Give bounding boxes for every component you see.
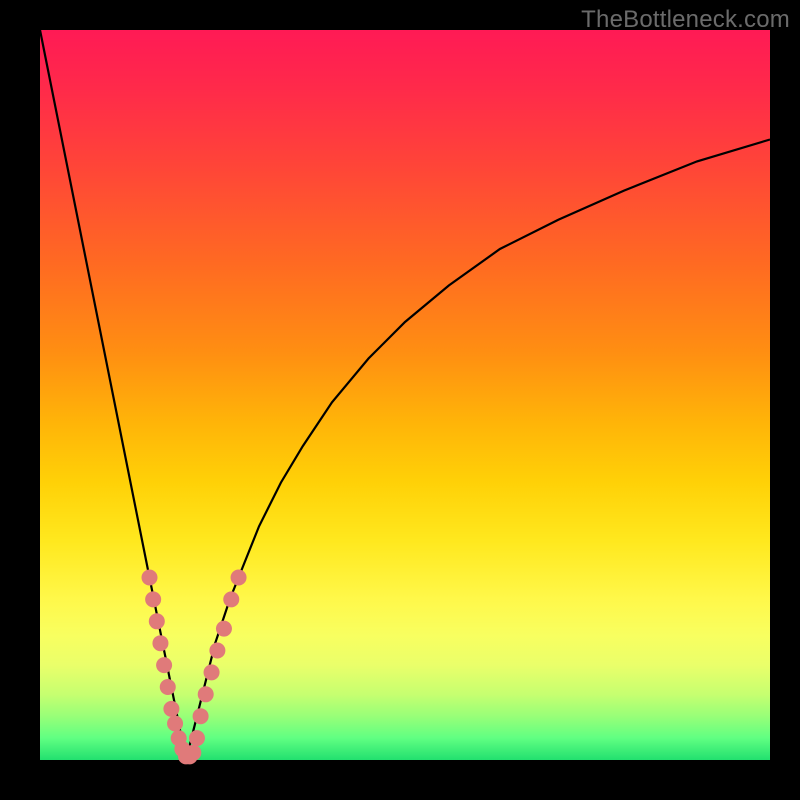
marker-dot — [189, 730, 205, 746]
marker-dot — [185, 745, 201, 761]
marker-dot — [145, 591, 161, 607]
plot-area — [40, 30, 770, 760]
marker-dot — [149, 613, 165, 629]
marker-dot — [163, 701, 179, 717]
curve-right-branch — [186, 140, 770, 761]
marker-dot — [223, 591, 239, 607]
marker-dot — [142, 570, 158, 586]
marker-dot — [193, 708, 209, 724]
marker-dot — [209, 643, 225, 659]
curve-left-branch — [40, 30, 186, 760]
chart-frame: TheBottleneck.com — [0, 0, 800, 800]
marker-dot — [167, 716, 183, 732]
marker-group — [142, 570, 247, 765]
marker-dot — [204, 664, 220, 680]
curve-layer — [40, 30, 770, 760]
marker-dot — [231, 570, 247, 586]
marker-dot — [152, 635, 168, 651]
marker-dot — [160, 679, 176, 695]
marker-dot — [198, 686, 214, 702]
marker-dot — [216, 621, 232, 637]
marker-dot — [156, 657, 172, 673]
